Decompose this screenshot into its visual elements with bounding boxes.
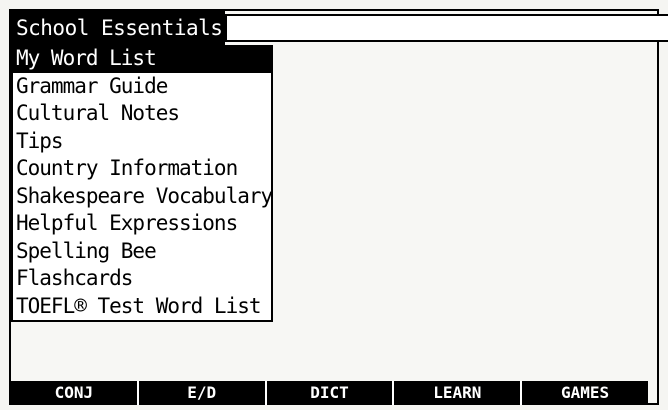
menu-item-flashcards[interactable]: Flashcards [13, 265, 271, 293]
menu-item-country-information[interactable]: Country Information [13, 155, 271, 183]
page-title: School Essentials [11, 11, 226, 45]
softkey-learn[interactable]: LEARN [394, 381, 523, 405]
search-input[interactable] [225, 14, 668, 42]
softkey-games[interactable]: GAMES [522, 381, 648, 405]
menu-item-grammar-guide[interactable]: Grammar Guide [13, 72, 271, 100]
menu-item-tips[interactable]: Tips [13, 127, 271, 155]
menu-item-helpful-expressions[interactable]: Helpful Expressions [13, 210, 271, 238]
softkey-dict[interactable]: DICT [266, 381, 395, 405]
menu-list: My Word List Grammar Guide Cultural Note… [11, 45, 273, 322]
menu-item-spelling-bee[interactable]: Spelling Bee [13, 237, 271, 265]
softkey-bar: CONJ E/D DICT LEARN GAMES [11, 381, 648, 405]
menu-item-my-word-list[interactable]: My Word List [13, 45, 271, 73]
menu-item-shakespeare-vocabulary[interactable]: Shakespeare Vocabulary [13, 182, 271, 210]
menu-item-cultural-notes[interactable]: Cultural Notes [13, 100, 271, 128]
softkey-e-d[interactable]: E/D [138, 381, 267, 405]
menu-item-toefl-test-word-list[interactable]: TOEFL® Test Word List [13, 292, 271, 320]
softkey-conj[interactable]: CONJ [11, 381, 139, 405]
device-screen: School Essentials My Word List Grammar G… [0, 0, 668, 410]
title-bar: School Essentials [11, 11, 668, 45]
